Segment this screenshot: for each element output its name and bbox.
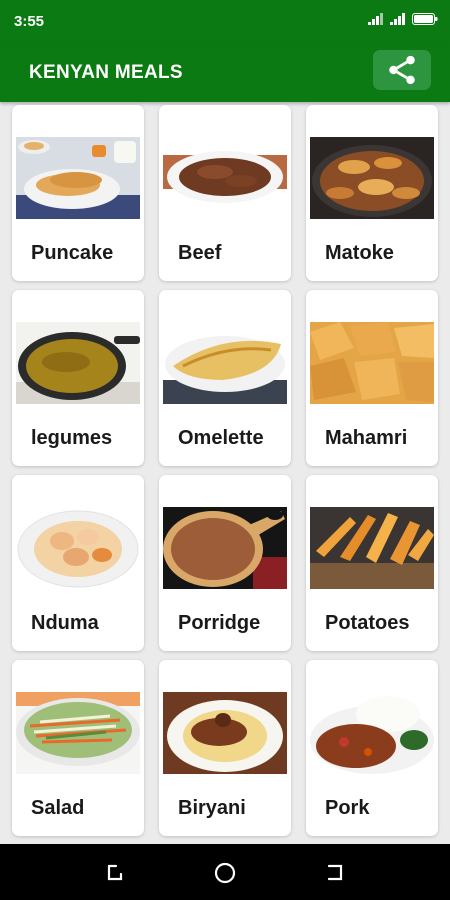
meal-card-biryani[interactable]: Biryani <box>159 660 291 836</box>
salad-photo <box>16 692 140 774</box>
meal-card-legumes[interactable]: legumes <box>12 290 144 466</box>
meal-card-matoke[interactable]: Matoke <box>306 105 438 281</box>
share-icon <box>389 55 415 85</box>
meal-label: Porridge <box>178 612 261 634</box>
beef-photo <box>163 137 287 219</box>
home-icon[interactable] <box>212 860 238 886</box>
legumes-photo <box>16 322 140 404</box>
meal-card-omelette[interactable]: Omelette <box>159 290 291 466</box>
meal-label: Puncake <box>31 242 114 264</box>
pork-photo <box>310 692 434 774</box>
meal-card-porridge[interactable]: Porridge <box>159 475 291 651</box>
status-icons <box>368 13 438 25</box>
meal-label: Beef <box>178 242 222 264</box>
meal-card-mahamri[interactable]: Mahamri <box>306 290 438 466</box>
biryani-photo <box>163 692 287 774</box>
meal-label: Nduma <box>31 612 99 634</box>
meal-label: Omelette <box>178 427 264 449</box>
meal-label: Potatoes <box>325 612 410 634</box>
signal-icon <box>368 13 383 25</box>
meal-label: legumes <box>31 427 113 449</box>
status-bar: 3:55 <box>0 0 450 42</box>
status-time: 3:55 <box>14 13 45 30</box>
navigation-bar <box>0 844 450 900</box>
meal-label: Matoke <box>325 242 394 264</box>
porridge-photo <box>163 507 287 589</box>
signal-icon-2 <box>390 13 405 25</box>
omelette-photo <box>163 322 287 404</box>
back-icon[interactable] <box>322 860 348 886</box>
meal-label: Mahamri <box>325 427 408 449</box>
meal-label: Biryani <box>178 797 246 819</box>
recents-icon[interactable] <box>102 860 128 886</box>
meal-label: Pork <box>325 797 370 819</box>
potatoes-photo <box>310 507 434 589</box>
meal-card-puncake[interactable]: Puncake <box>12 105 144 281</box>
meal-card-beef[interactable]: Beef <box>159 105 291 281</box>
battery-icon <box>412 13 438 25</box>
app-bar: KENYAN MEALS <box>0 42 450 102</box>
mahamri-photo <box>310 322 434 404</box>
app-title: KENYAN MEALS <box>29 62 183 83</box>
nduma-photo <box>16 507 140 589</box>
meal-card-potatoes[interactable]: Potatoes <box>306 475 438 651</box>
share-button[interactable] <box>373 50 431 90</box>
meal-card-salad[interactable]: Salad <box>12 660 144 836</box>
matoke-photo <box>310 137 434 219</box>
meal-label: Salad <box>31 797 85 819</box>
meal-card-nduma[interactable]: Nduma <box>12 475 144 651</box>
meal-card-pork[interactable]: Pork <box>306 660 438 836</box>
pancake-photo <box>16 137 140 219</box>
